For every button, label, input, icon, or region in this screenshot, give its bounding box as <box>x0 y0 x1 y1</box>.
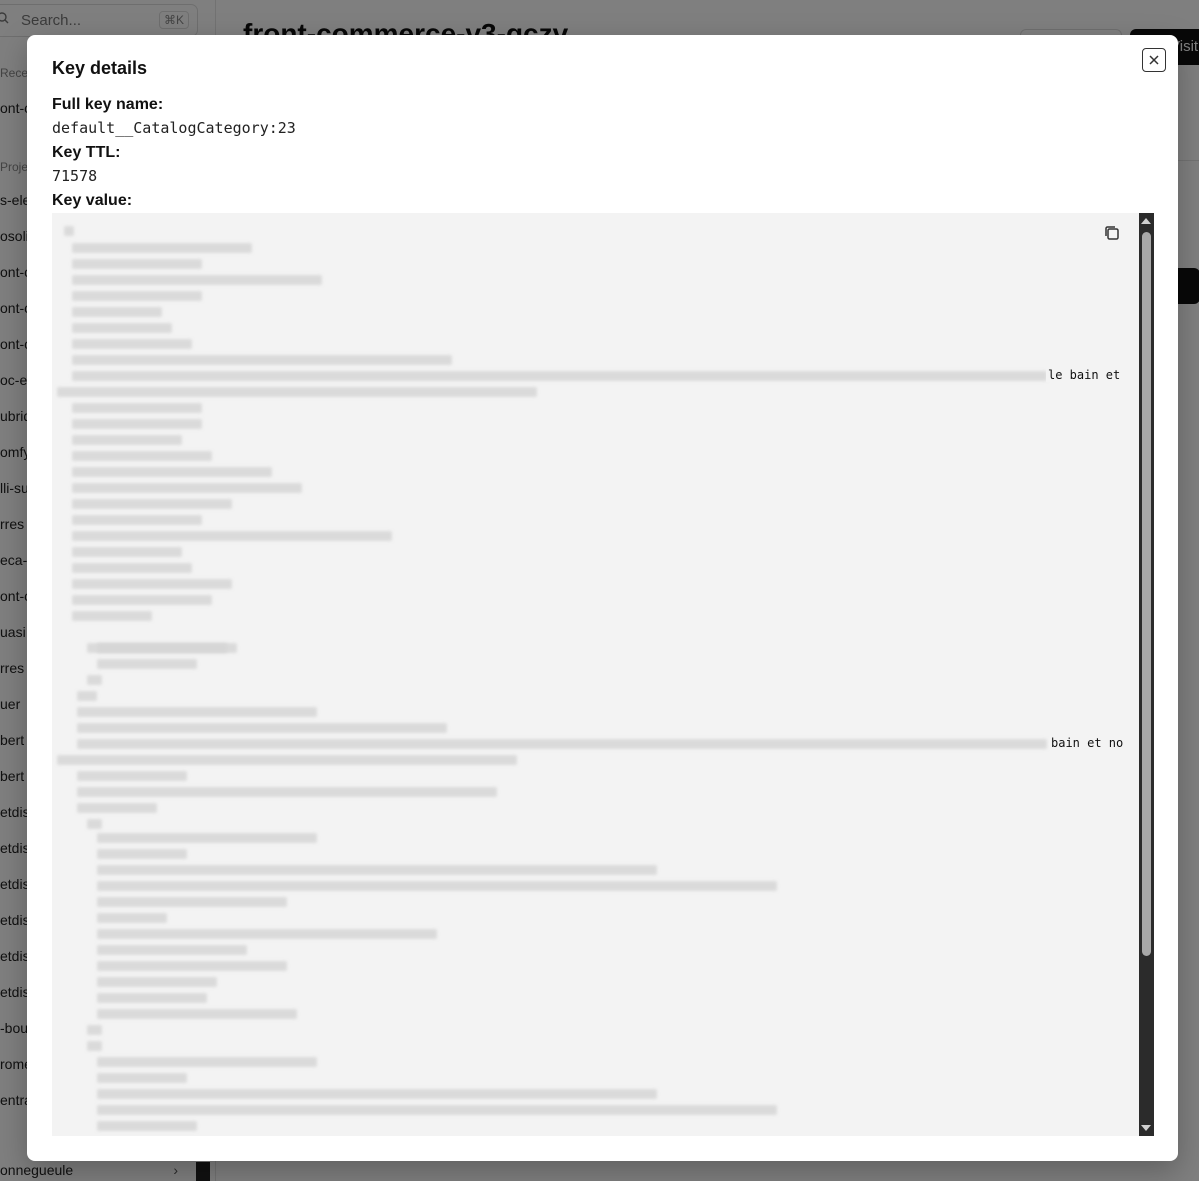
redacted-line <box>87 1025 102 1035</box>
full-key-value: default__CatalogCategory:23 <box>52 119 296 137</box>
full-key-label: Full key name: <box>52 96 164 113</box>
key-details-modal: Key details Full key name: default__Cata… <box>27 35 1178 1161</box>
redacted-line <box>97 865 657 875</box>
redacted-line <box>72 339 192 349</box>
ttl-label: Key TTL: <box>52 144 121 161</box>
scroll-down-arrow[interactable] <box>1141 1125 1151 1131</box>
redacted-line <box>72 467 272 477</box>
redacted-line <box>97 1121 197 1131</box>
modal-title: Key details <box>52 58 148 78</box>
redacted-line <box>87 675 102 685</box>
redacted-line <box>97 1105 777 1115</box>
redacted-line <box>77 787 497 797</box>
redacted-line <box>77 771 187 781</box>
redacted-line <box>97 1009 297 1019</box>
redacted-line <box>72 355 452 365</box>
redacted-line <box>72 595 212 605</box>
redacted-line <box>77 723 447 733</box>
redacted-line <box>72 275 322 285</box>
redacted-line <box>72 435 182 445</box>
redacted-line <box>57 755 517 765</box>
close-button[interactable] <box>1142 48 1166 72</box>
redacted-line <box>77 803 157 813</box>
redacted-line <box>72 419 202 429</box>
redacted-line <box>97 1073 187 1083</box>
redacted-line <box>72 531 392 541</box>
redacted-line <box>72 547 182 557</box>
redacted-line <box>72 451 212 461</box>
redacted-line <box>72 563 192 573</box>
redacted-line <box>97 833 317 843</box>
code-fragment: le bain et <box>1046 368 1121 382</box>
redacted-line <box>72 243 252 253</box>
redacted-line <box>97 643 237 653</box>
redacted-line <box>72 515 202 525</box>
redacted-line <box>97 993 207 1003</box>
key-value-code[interactable]: le bain et bain et no <box>52 213 1154 1136</box>
redacted-line <box>64 226 74 236</box>
redacted-line <box>77 707 317 717</box>
redacted-line <box>57 387 537 397</box>
copy-icon[interactable] <box>1102 223 1122 243</box>
ttl-value: 71578 <box>52 167 98 185</box>
redacted-line <box>72 483 302 493</box>
scroll-up-arrow[interactable] <box>1141 218 1151 224</box>
redacted-line <box>72 259 202 269</box>
redacted-line <box>72 403 202 413</box>
code-scrollbar[interactable] <box>1139 213 1154 1136</box>
redacted-line <box>87 1041 102 1051</box>
redacted-line <box>72 291 202 301</box>
redacted-line <box>97 1089 657 1099</box>
redacted-line <box>72 611 152 621</box>
scroll-thumb[interactable] <box>1142 232 1151 956</box>
redacted-line <box>97 945 247 955</box>
redacted-line <box>97 913 167 923</box>
redacted-line <box>72 323 172 333</box>
redacted-line <box>77 691 97 701</box>
code-fragment: bain et no <box>1049 736 1124 750</box>
redacted-line <box>97 961 287 971</box>
redacted-line <box>97 659 197 669</box>
redacted-line <box>72 307 162 317</box>
redacted-line <box>97 881 777 891</box>
redacted-line <box>77 739 1047 749</box>
redacted-line <box>87 819 102 829</box>
redacted-line <box>97 1057 317 1067</box>
redacted-line <box>72 579 232 589</box>
key-value-label: Key value: <box>52 192 133 209</box>
redacted-line <box>97 977 217 987</box>
close-icon <box>1149 55 1159 65</box>
redacted-line <box>72 371 1047 381</box>
redacted-line <box>97 897 287 907</box>
redacted-line <box>72 499 232 509</box>
redacted-line <box>97 849 187 859</box>
redacted-line <box>97 929 437 939</box>
